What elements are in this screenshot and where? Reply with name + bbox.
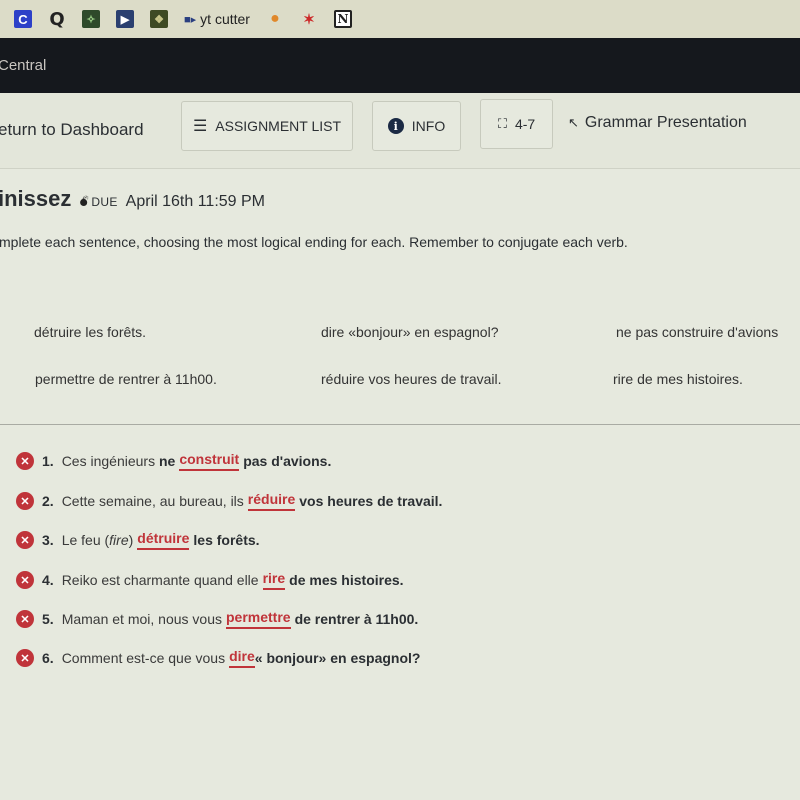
answer-number: 2. [42, 493, 54, 509]
answer-number: 1. [42, 453, 54, 469]
answer-row: ✕ 3. Le feu (fire) détruire les forêts. [16, 530, 260, 550]
play-app-icon: ▶ [116, 10, 134, 28]
sentence-italic: fire [109, 532, 129, 548]
info-button[interactable]: i INFO [372, 101, 461, 151]
sentence-start: Le feu ( [61, 532, 110, 548]
incorrect-icon: ✕ [16, 649, 34, 667]
answer-row: ✕ 6. Comment est-ce que vous dire « bonj… [16, 648, 420, 668]
bookmarks-bar: C Q ✧ ▶ ❖ ■▸ yt cutter ● ✶ N [0, 0, 800, 38]
sentence-start: Cette semaine, au bureau, ils [61, 493, 244, 509]
answer-row: ✕ 4. Reiko est charmante quand elle rire… [16, 570, 404, 590]
bookmark-q[interactable]: Q [48, 7, 66, 31]
answer-input[interactable]: détruire [137, 530, 190, 550]
bookmark-play[interactable]: ▶ [116, 7, 134, 31]
sentence-bold: ne [158, 453, 176, 469]
notion-icon: N [333, 10, 352, 28]
grammar-presentation-label: Grammar Presentation [584, 114, 747, 131]
word-bank-item: réduire vos heures de travail. [321, 371, 502, 387]
bookmark-game[interactable]: ❖ [150, 7, 168, 31]
bookmark-bulb[interactable]: ● [266, 7, 284, 31]
answer-number: 4. [42, 572, 54, 588]
sentence-end: vos heures de travail. [299, 493, 443, 509]
bookmark-c[interactable]: C [14, 7, 32, 31]
word-bank-item: dire «bonjour» en espagnol? [321, 324, 499, 340]
sentence-paren: ) [128, 532, 134, 548]
app-title[interactable]: Central [0, 57, 46, 74]
q-app-icon: Q [49, 8, 65, 30]
yt-cutter-icon: ■▸ [184, 13, 197, 26]
answer-input[interactable]: dire [229, 648, 255, 668]
due-date: April 16th 11:59 PM [125, 193, 266, 210]
answer-number: 6. [42, 650, 54, 666]
word-bank-item: rire de mes histoires. [613, 371, 743, 387]
sentence-end: pas d'avions. [243, 453, 332, 469]
answer-row: ✕ 1. Ces ingénieurs ne construit pas d'a… [16, 451, 331, 471]
due-label: DUE [91, 195, 118, 209]
c-app-icon: C [14, 10, 32, 28]
lightbulb-icon: ● [270, 10, 280, 27]
sentence-end: « bonjour» en espagnol? [254, 650, 421, 666]
assignment-list-button[interactable]: ☰ ASSIGNMENT LIST [181, 101, 353, 151]
answer-input[interactable]: construit [179, 451, 240, 471]
answer-input[interactable]: permettre [225, 609, 291, 629]
app-header: Central [0, 38, 800, 93]
word-bank-item: permettre de rentrer à 11h00. [35, 371, 217, 387]
game-app-icon: ❖ [150, 10, 168, 28]
answer-input[interactable]: réduire [247, 491, 296, 511]
answer-row: ✕ 5. Maman et moi, nous vous permettre d… [16, 609, 418, 629]
incorrect-icon: ✕ [16, 571, 34, 589]
assignment-header: inissez 💣︎ DUE April 16th 11:59 PM [0, 186, 265, 212]
instructions: mplete each sentence, choosing the most … [0, 234, 628, 250]
section-divider [0, 424, 800, 425]
info-label: INFO [411, 118, 446, 134]
book-label: 4-7 [514, 116, 536, 132]
assignment-title: inissez [0, 186, 72, 211]
incorrect-icon: ✕ [16, 492, 34, 510]
sentence-end: de rentrer à 11h00. [294, 611, 419, 627]
return-to-dashboard-link[interactable]: eturn to Dashboard [0, 120, 144, 140]
textbook-pages-button[interactable]: ⛶ 4-7 [480, 99, 553, 149]
green-app-icon: ✧ [82, 10, 100, 28]
sentence-end: les forêts. [193, 532, 260, 548]
sentence-start: Reiko est charmante quand elle [61, 572, 259, 588]
book-icon: ⛶ [497, 116, 507, 131]
incorrect-icon: ✕ [16, 610, 34, 628]
bookmark-yt-cutter[interactable]: ■▸ yt cutter [184, 7, 250, 31]
info-icon: i [387, 118, 404, 134]
crossed-icon: ✶ [303, 10, 315, 27]
bookmark-cross[interactable]: ✶ [300, 7, 318, 31]
sentence-end: de mes histoires. [289, 572, 404, 588]
grammar-presentation-link[interactable]: ↖ Grammar Presentation [568, 114, 747, 132]
answer-number: 5. [42, 611, 54, 627]
assignment-toolbar: eturn to Dashboard ☰ ASSIGNMENT LIST i I… [0, 93, 800, 169]
due-bomb-icon: 💣︎ [79, 193, 89, 209]
assignment-list-label: ASSIGNMENT LIST [215, 118, 342, 134]
answer-number: 3. [42, 532, 54, 548]
answer-input[interactable]: rire [262, 570, 286, 590]
sentence-start: Maman et moi, nous vous [61, 611, 222, 627]
sentence-start: Comment est-ce que vous [61, 650, 226, 666]
list-icon: ☰ [192, 118, 208, 135]
word-bank-item: détruire les forêts. [34, 324, 147, 340]
incorrect-icon: ✕ [16, 452, 34, 470]
bookmark-label: yt cutter [200, 11, 250, 27]
bookmark-green[interactable]: ✧ [82, 7, 100, 31]
word-bank-item: ne pas construire d'avions [616, 324, 779, 340]
bookmark-notion[interactable]: N [333, 7, 352, 31]
arrow-up-left-icon: ↖ [568, 115, 579, 130]
answer-row: ✕ 2. Cette semaine, au bureau, ils rédui… [16, 491, 442, 511]
incorrect-icon: ✕ [16, 531, 34, 549]
sentence-start: Ces ingénieurs [61, 453, 156, 469]
